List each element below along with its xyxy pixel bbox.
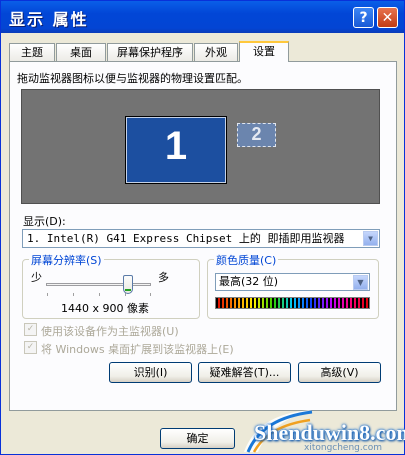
monitor-1-label: 1 [164,124,188,168]
display-properties-window: 显示 属性 ? ✕ 主题 桌面 屏幕保护程序 外观 设置 拖动监视器图标以便与监… [0,0,405,455]
resolution-less-label: 少 [31,271,42,284]
color-quality-title: 颜色质量(C) [214,252,279,268]
monitor-2-icon[interactable]: 2 [237,123,276,147]
resolution-slider-track[interactable] [46,283,151,286]
slider-tick [99,293,100,296]
resolution-slider-thumb[interactable] [123,275,133,294]
slider-tick [150,293,151,296]
monitor-1-icon[interactable]: 1 [125,116,227,184]
watermark-subtext: xitongcheng.com [304,443,382,453]
resolution-more-label: 多 [158,271,169,284]
tab-appearance[interactable]: 外观 [194,43,238,61]
monitor-2-label: 2 [251,124,262,144]
tab-themes[interactable]: 主题 [9,43,55,61]
color-spectrum-bar [215,297,370,309]
slider-tick [73,293,74,296]
extend-desktop-checkbox[interactable]: ✓ [24,341,37,354]
resolution-title: 屏幕分辨率(S) [29,252,104,268]
display-dropdown[interactable]: 1. Intel(R) G41 Express Chipset 上的 即插即用监… [22,229,380,248]
close-button[interactable]: ✕ [377,7,398,28]
help-button[interactable]: ? [353,7,374,28]
chevron-down-icon[interactable]: ▼ [363,231,378,246]
color-quality-dropdown[interactable]: 最高(32 位) ▼ [215,273,370,291]
site-watermark: Shenduwin8.com xitongcheng.com [224,404,405,455]
troubleshoot-button[interactable]: 疑难解答(T)... [198,362,291,383]
slider-tick [47,293,48,296]
display-label: 显示(D): [23,215,66,228]
instruction-text: 拖动监视器图标以便与监视器的物理设置匹配。 [17,72,248,85]
resolution-value: 1440 x 900 像素 [61,302,149,315]
tab-settings[interactable]: 设置 [239,41,289,62]
title-bar[interactable]: 显示 属性 ? ✕ [1,1,404,33]
display-dropdown-value: 1. Intel(R) G41 Express Chipset 上的 即插即用监… [27,232,345,245]
advanced-button[interactable]: 高级(V) [298,362,381,383]
window-title: 显示 属性 [9,10,89,29]
monitor-arrangement: 1 2 [21,89,380,204]
extend-desktop-label: 将 Windows 桌面扩展到该监视器上(E) [41,343,234,356]
color-quality-value: 最高(32 位) [219,275,279,288]
tab-desktop[interactable]: 桌面 [56,43,106,61]
identify-button[interactable]: 识别(I) [109,362,192,383]
primary-monitor-checkbox[interactable]: ✓ [24,323,37,336]
primary-monitor-label: 使用该设备作为主监视器(U) [41,325,179,338]
chevron-down-icon[interactable]: ▼ [353,275,368,290]
tab-screensaver[interactable]: 屏幕保护程序 [107,43,193,61]
